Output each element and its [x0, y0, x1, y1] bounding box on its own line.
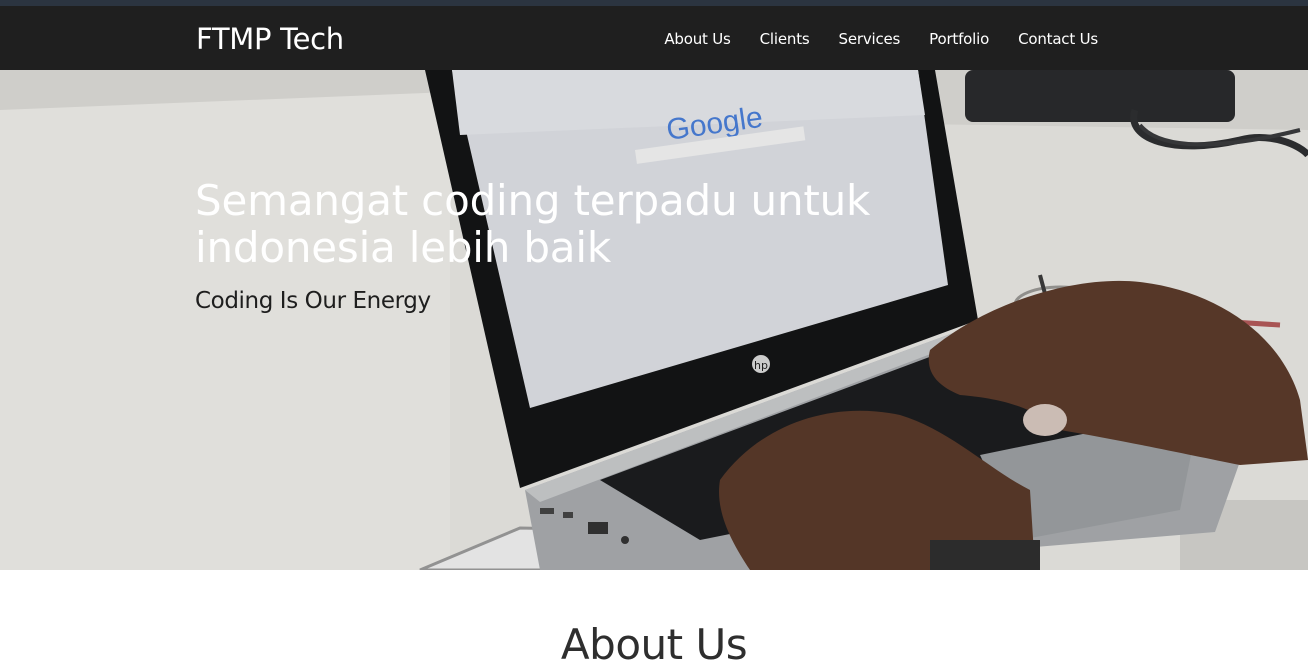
- navbar: FTMP Tech About Us Clients Services Port…: [0, 6, 1308, 70]
- hero-title: Semangat coding terpadu untuk indonesia …: [195, 176, 871, 272]
- nav-menu: About Us Clients Services Portfolio Cont…: [635, 29, 1098, 49]
- about-title: About Us: [560, 620, 748, 669]
- about-section: About Us: [0, 570, 1308, 669]
- hero-subtitle: Coding Is Our Energy: [195, 288, 431, 314]
- nav-link-about-us[interactable]: About Us: [664, 29, 731, 49]
- nav-link-contact-us[interactable]: Contact Us: [1018, 29, 1098, 49]
- hero-banner: Google hp Semangat coding terpadu untuk …: [0, 70, 1308, 570]
- brand-logo[interactable]: FTMP Tech: [196, 22, 344, 56]
- hero-overlay: [0, 70, 1308, 570]
- nav-link-clients[interactable]: Clients: [760, 29, 810, 49]
- nav-link-portfolio[interactable]: Portfolio: [929, 29, 989, 49]
- nav-link-services[interactable]: Services: [839, 29, 901, 49]
